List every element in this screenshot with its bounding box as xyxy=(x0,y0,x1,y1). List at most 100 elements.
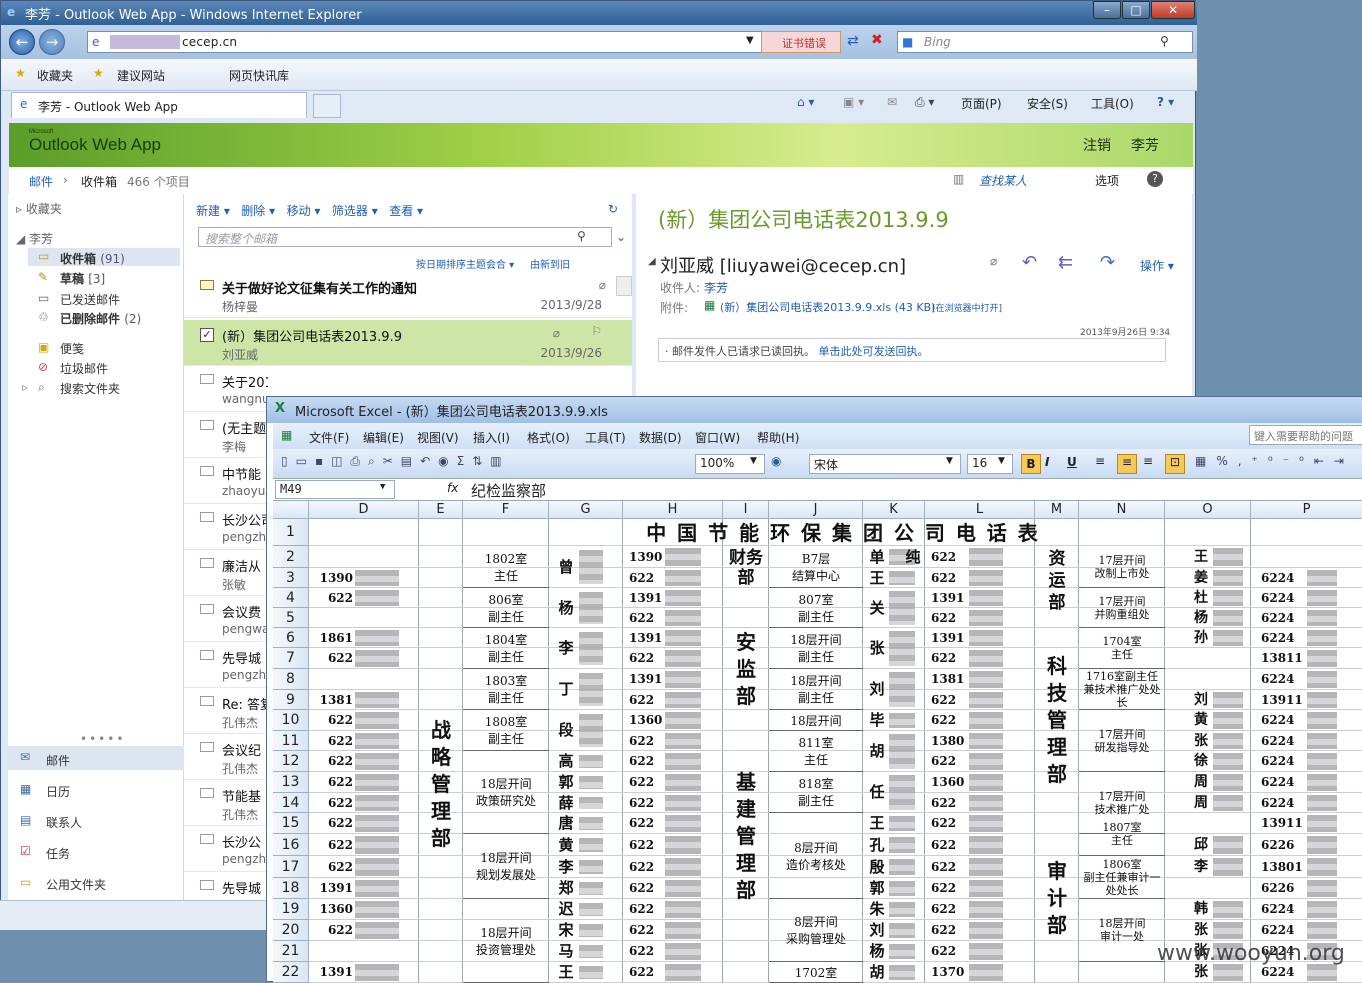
room-cell[interactable]: 806室 副主任 xyxy=(463,588,549,628)
row-header[interactable]: 19 xyxy=(273,899,309,920)
help-icon[interactable]: ◉ xyxy=(771,454,781,468)
phone-cell[interactable]: 622 xyxy=(629,941,665,962)
phone-cell[interactable]: 622 xyxy=(931,546,969,568)
room-cell[interactable]: 1804室 副主任 xyxy=(463,628,549,669)
list-item[interactable]: 会议费 pengwa xyxy=(184,596,268,642)
phone-cell[interactable]: 622 xyxy=(629,962,665,983)
favorites-folder[interactable]: ▹ 收藏夹 xyxy=(16,200,62,217)
name-cell[interactable]: 刘 xyxy=(1191,690,1211,710)
room-cell[interactable]: 1802室 主任 xyxy=(463,546,549,588)
selected-checkbox[interactable]: ✓ xyxy=(200,328,214,342)
list-item-selected[interactable]: ✓ (新）集团公司电话表2013.9.9 刘亚威 2013/9/26 ⌀ ⚐ xyxy=(184,320,632,366)
find-someone-link[interactable]: 查找某人 xyxy=(979,172,1027,189)
phone-cell[interactable]: 13801 xyxy=(1261,856,1305,878)
name-cell[interactable]: 姜 xyxy=(1191,568,1211,588)
name-cell[interactable]: 曾 xyxy=(555,546,577,588)
name-cell[interactable]: 胡 xyxy=(867,962,887,983)
zoom-select[interactable]: 100% ▼ xyxy=(695,454,765,474)
column-header[interactable]: G xyxy=(549,501,623,519)
row-header[interactable]: 5 xyxy=(273,608,309,628)
breadcrumb-mail[interactable]: 邮件 xyxy=(29,173,53,190)
column-header[interactable]: E xyxy=(419,501,463,519)
list-item[interactable]: (无主题 李梅 xyxy=(184,412,268,458)
name-cell[interactable]: 李 xyxy=(555,856,577,878)
name-cell[interactable]: 郭 xyxy=(867,878,887,899)
refresh-icon[interactable]: ⇄ xyxy=(847,33,859,49)
maximize-button[interactable]: □ xyxy=(1122,1,1150,19)
formula-input[interactable]: 纪检监察部 xyxy=(471,480,546,501)
phone-cell[interactable]: 1370 xyxy=(931,962,969,983)
help-question-box[interactable]: 键入需要帮助的问题 xyxy=(1249,425,1362,445)
phone-cell[interactable]: 622 xyxy=(629,793,665,813)
search-icon[interactable]: ⚲ xyxy=(1160,34,1169,48)
phone-cell[interactable]: 622 xyxy=(931,710,969,731)
phone-cell[interactable]: 6224 xyxy=(1261,793,1305,813)
room-cell[interactable]: 18层开间 副主任 xyxy=(769,628,863,669)
name-cell[interactable]: 韩 xyxy=(1191,899,1211,920)
row-header[interactable]: 21 xyxy=(273,941,309,962)
name-cell[interactable]: 孙 xyxy=(1191,628,1211,648)
row-header[interactable]: 16 xyxy=(273,834,309,856)
stop-icon[interactable]: ✖ xyxy=(871,32,883,48)
row-header[interactable]: 1 xyxy=(273,519,309,546)
phone-cell[interactable]: 622 xyxy=(313,751,353,772)
folder-sent[interactable]: 已发送邮件 xyxy=(60,291,120,308)
phone-cell[interactable]: 622 xyxy=(931,568,969,588)
phone-cell[interactable]: 6224 xyxy=(1261,669,1305,690)
align-left-button[interactable]: ≡ xyxy=(1095,454,1105,468)
phone-cell[interactable]: 622 xyxy=(313,793,353,813)
room-cell[interactable]: 17层开间 研发指导处 xyxy=(1079,710,1165,772)
room-cell[interactable]: 18层开间 投资管理处 xyxy=(463,899,549,983)
font-size-select[interactable]: 16 ▼ xyxy=(967,454,1013,474)
nav-public-folders[interactable]: 公用文件夹 xyxy=(46,876,106,893)
phone-cell[interactable]: 1380 xyxy=(931,731,969,751)
phone-cell[interactable]: 1360 xyxy=(931,772,969,793)
name-cell[interactable]: 周 xyxy=(1191,772,1211,793)
expand-icon[interactable]: ▹ xyxy=(22,380,28,394)
folder-junk[interactable]: 垃圾邮件 xyxy=(60,360,108,377)
phone-cell[interactable]: 622 xyxy=(931,751,969,772)
name-cell[interactable]: 单 xyxy=(867,546,887,568)
sender-name[interactable]: 刘亚威 [liuyawei@cecep.cn] xyxy=(660,252,906,278)
room-cell[interactable]: 1716室副主任 兼技术推广处处长 xyxy=(1079,669,1165,710)
phone-cell[interactable]: 622 xyxy=(629,856,665,878)
phone-cell[interactable]: 622 xyxy=(313,710,353,731)
column-header[interactable]: I xyxy=(723,501,769,519)
name-cell[interactable]: 张 xyxy=(867,628,887,669)
name-cell[interactable]: 王 xyxy=(867,568,887,588)
phone-cell[interactable]: 1390 xyxy=(629,546,665,568)
phone-cell[interactable]: 622 xyxy=(931,878,969,899)
row-header[interactable]: 3 xyxy=(273,568,309,588)
list-item[interactable]: 长沙公pengzho xyxy=(184,826,268,872)
align-center-button[interactable]: ≡ xyxy=(1117,454,1137,474)
menu-edit[interactable]: 编辑(E) xyxy=(363,429,404,446)
column-header[interactable]: K xyxy=(863,501,925,519)
back-button[interactable]: ← xyxy=(9,29,35,55)
column-header[interactable]: D xyxy=(309,501,419,519)
name-cell[interactable]: 王 xyxy=(1191,546,1211,568)
phone-cell[interactable]: 622 xyxy=(931,690,969,710)
phone-cell[interactable]: 1390 xyxy=(313,568,353,588)
phone-cell[interactable]: 622 xyxy=(931,813,969,834)
row-header[interactable]: 8 xyxy=(273,669,309,690)
row-header[interactable]: 17 xyxy=(273,856,309,878)
tools-menu[interactable]: 工具(O) xyxy=(1091,95,1134,112)
phone-cell[interactable]: 6224 xyxy=(1261,628,1305,648)
column-header[interactable]: L xyxy=(925,501,1035,519)
view-button[interactable]: 查看 xyxy=(389,204,413,218)
phone-cell[interactable]: 622 xyxy=(629,813,665,834)
room-cell[interactable]: 807室 副主任 xyxy=(769,588,863,628)
name-cell[interactable]: 丁 xyxy=(555,669,577,710)
name-cell[interactable]: 李 xyxy=(555,628,577,669)
name-cell[interactable]: 马 xyxy=(555,941,577,962)
phone-cell[interactable]: 622 xyxy=(629,731,665,751)
doc-icon[interactable]: ▦ xyxy=(281,428,292,442)
flag-icon[interactable]: ⚐ xyxy=(591,324,602,338)
sort-order-toggle[interactable]: 由新到旧 xyxy=(530,256,570,271)
send-receipt-link[interactable]: 单击此处可发送回执。 xyxy=(819,345,929,358)
phone-cell[interactable]: 6224 xyxy=(1261,731,1305,751)
name-cell[interactable]: 徐 xyxy=(1191,751,1211,772)
options-menu[interactable]: 选项 xyxy=(1095,172,1119,189)
feeds-icon[interactable]: ▣ ▾ xyxy=(843,95,864,109)
room-cell[interactable]: 1704室 主任 xyxy=(1079,628,1165,669)
